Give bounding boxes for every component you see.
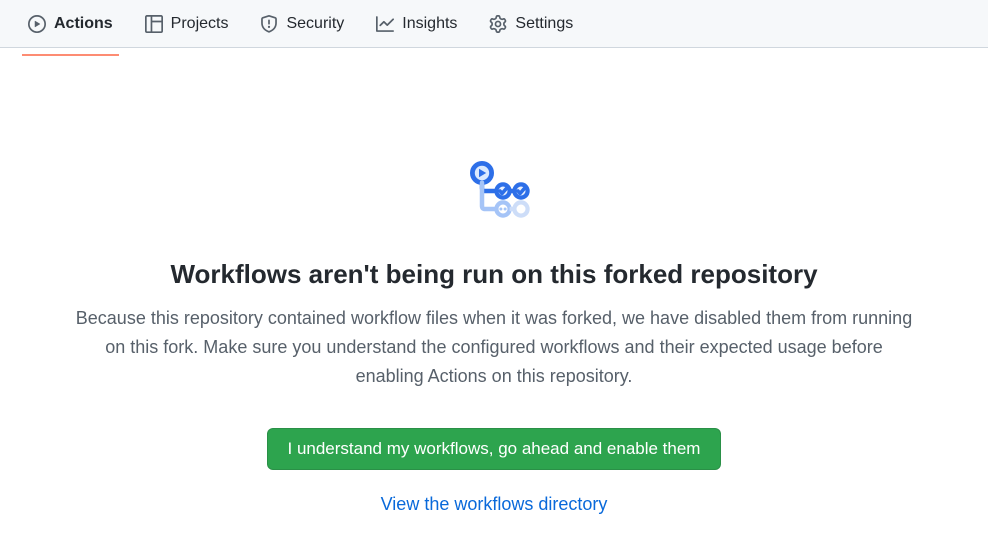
enable-workflows-button[interactable]: I understand my workflows, go ahead and … <box>267 428 722 470</box>
tab-projects[interactable]: Projects <box>133 1 241 47</box>
blankslate-headline: Workflows aren't being run on this forke… <box>170 259 817 290</box>
graph-icon <box>376 15 394 33</box>
tab-label: Insights <box>402 9 457 39</box>
workflow-icon <box>458 158 530 235</box>
tab-insights[interactable]: Insights <box>364 1 469 47</box>
blankslate-body: Because this repository contained workfl… <box>74 304 914 390</box>
tab-settings[interactable]: Settings <box>477 1 585 47</box>
tab-label: Settings <box>515 9 573 39</box>
repo-nav: Actions Projects Security Insights Setti… <box>0 0 988 48</box>
blankslate: Workflows aren't being run on this forke… <box>0 48 988 515</box>
view-workflows-link[interactable]: View the workflows directory <box>381 494 608 515</box>
tab-label: Security <box>286 9 344 39</box>
tab-actions[interactable]: Actions <box>16 1 125 47</box>
tab-label: Projects <box>171 9 229 39</box>
play-icon <box>28 15 46 33</box>
tab-security[interactable]: Security <box>248 1 356 47</box>
gear-icon <box>489 15 507 33</box>
table-icon <box>145 15 163 33</box>
tab-label: Actions <box>54 9 113 39</box>
shield-icon <box>260 15 278 33</box>
